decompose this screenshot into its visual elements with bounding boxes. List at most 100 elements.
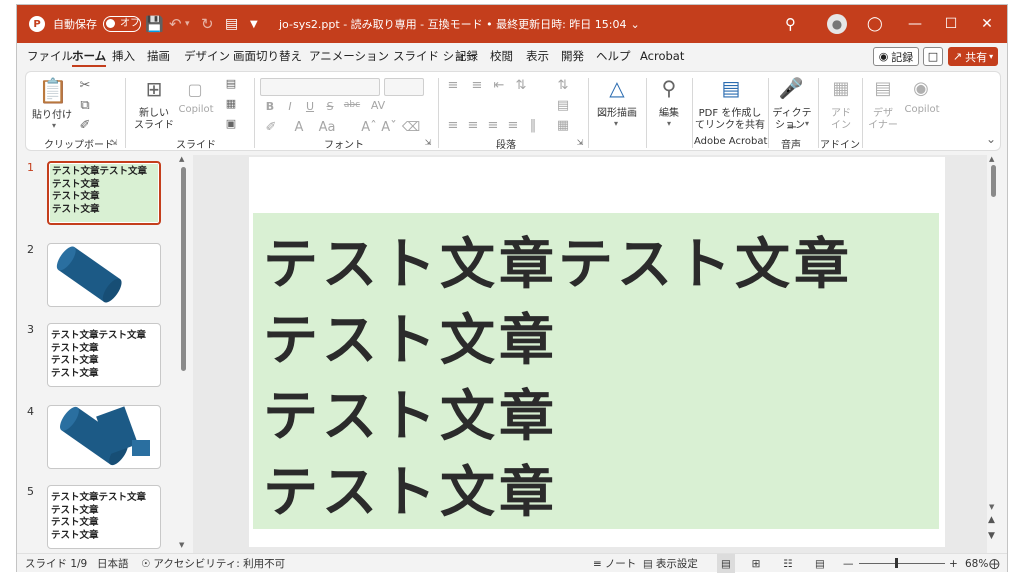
slide-thumbnail-5[interactable]: テスト文章テスト文章 テスト文章 テスト文章 テスト文章	[47, 485, 161, 549]
fit-to-window-icon[interactable]: ⨁	[989, 554, 1000, 573]
slide-canvas[interactable]: テスト文章テスト文章 テスト文章 テスト文章 テスト文章	[249, 157, 945, 547]
addins-label-2[interactable]: イン	[824, 116, 858, 131]
undo-icon[interactable]: ↶	[169, 5, 182, 43]
record-button[interactable]: ◉ 記録	[873, 47, 919, 66]
reset-icon[interactable]: ▦	[224, 96, 238, 110]
font-color-icon[interactable]: A	[292, 120, 306, 135]
notes-button[interactable]: ≡ ノート	[593, 554, 636, 573]
justify-icon[interactable]: ≡	[506, 118, 520, 133]
addins-icon[interactable]: ▦	[830, 76, 852, 100]
slide-thumbnail-4[interactable]	[47, 405, 161, 469]
tab-transitions[interactable]: 画面切り替え	[233, 43, 302, 69]
copilot-icon[interactable]: ◉	[910, 76, 932, 100]
new-slide-icon[interactable]: ⊞	[140, 76, 168, 102]
change-case-icon[interactable]: Aa	[319, 120, 336, 135]
microphone-icon[interactable]: 🎤	[779, 74, 804, 102]
scroll-down-icon[interactable]: ▼	[179, 541, 184, 549]
strikethrough-button[interactable]: S	[324, 100, 336, 113]
font-size-combobox[interactable]	[384, 78, 424, 96]
dialog-launcher-icon[interactable]: ⇲	[574, 136, 586, 148]
ribbon-collapse-icon[interactable]: ⌄	[984, 132, 998, 146]
scrollbar-thumb[interactable]	[181, 167, 186, 371]
tab-design[interactable]: デザイン	[184, 43, 230, 69]
chevron-down-icon[interactable]: ▾	[49, 120, 59, 130]
zoom-slider-thumb[interactable]	[895, 558, 898, 568]
create-pdf-label-2[interactable]: てリンクを共有	[692, 116, 768, 131]
copilot-label[interactable]: Copilot	[900, 104, 944, 115]
slideshow-icon[interactable]: ▤	[811, 554, 829, 573]
designer-label-2[interactable]: イナー	[866, 116, 900, 131]
maximize-button[interactable]: ☐	[933, 5, 969, 43]
copilot-slide-label[interactable]: Copilot	[176, 104, 216, 115]
share-button[interactable]: ↗ 共有 ▾	[948, 47, 998, 66]
drawing-button[interactable]: 図形描画	[592, 104, 642, 119]
slide-thumbnail-2[interactable]	[47, 243, 161, 307]
lightbulb-icon[interactable]: ◯	[867, 5, 883, 43]
tab-home[interactable]: ホーム	[72, 43, 107, 69]
decrease-indent-icon[interactable]: ⇤	[492, 78, 506, 93]
tab-help[interactable]: ヘルプ	[596, 43, 631, 69]
normal-view-icon[interactable]: ▤	[717, 554, 735, 573]
reading-view-icon[interactable]: ☷	[779, 554, 797, 573]
align-left-icon[interactable]: ≡	[446, 118, 460, 133]
quick-access-customize-icon[interactable]: ▼	[250, 5, 258, 43]
text-box[interactable]: テスト文章テスト文章 テスト文章 テスト文章 テスト文章	[253, 213, 939, 529]
tab-review[interactable]: 校閲	[490, 43, 513, 69]
italic-button[interactable]: I	[284, 100, 296, 113]
chevron-down-icon[interactable]: ▾	[802, 118, 812, 128]
clear-format-icon[interactable]: ⌫	[402, 120, 420, 135]
editing-button[interactable]: 編集	[650, 104, 688, 119]
scroll-down-icon[interactable]: ▼	[989, 503, 994, 511]
designer-icon[interactable]: ▤	[872, 76, 894, 100]
tab-file[interactable]: ファイル	[27, 43, 73, 69]
comments-icon[interactable]: □	[923, 47, 943, 66]
tab-record[interactable]: 記録	[455, 43, 478, 69]
shadow-button[interactable]: abc	[342, 100, 362, 110]
zoom-slider[interactable]	[859, 554, 945, 573]
magnifier-icon[interactable]: ⚲	[656, 74, 682, 102]
align-right-icon[interactable]: ≡	[486, 118, 500, 133]
paste-icon[interactable]: 📋	[38, 76, 68, 106]
chevron-down-icon[interactable]: ▾	[664, 118, 674, 128]
scroll-up-icon[interactable]: ▲	[179, 155, 184, 163]
editor-scrollbar[interactable]: ▲ ▼ ▲ ▼	[987, 155, 999, 553]
numbering-icon[interactable]: ≡	[470, 78, 484, 93]
zoom-level[interactable]: 68%	[965, 554, 988, 573]
slide-sorter-icon[interactable]: ⊞	[747, 554, 765, 573]
tab-draw[interactable]: 描画	[147, 43, 170, 69]
tab-animations[interactable]: アニメーション	[309, 43, 389, 69]
slide-thumbnail-1[interactable]: テスト文章テスト文章 テスト文章 テスト文章 テスト文章	[47, 161, 161, 225]
line-spacing-icon[interactable]: ⇅	[514, 78, 528, 93]
section-icon[interactable]: ▣	[224, 116, 238, 130]
thumbnails-scrollbar[interactable]: ▲ ▼	[177, 155, 189, 553]
scrollbar-thumb[interactable]	[991, 165, 996, 197]
bullets-icon[interactable]: ≡	[446, 78, 460, 93]
tab-view[interactable]: 表示	[526, 43, 549, 69]
accessibility-status[interactable]: ☉ アクセシビリティ: 利用不可	[141, 554, 285, 573]
font-name-combobox[interactable]	[260, 78, 380, 96]
create-pdf-icon[interactable]: ▤	[718, 74, 744, 102]
redo-icon[interactable]: ↻	[201, 5, 214, 43]
previous-slide-icon[interactable]: ▲	[988, 515, 995, 525]
new-slide-label-2[interactable]: スライド	[132, 116, 176, 131]
zoom-out-icon[interactable]: —	[843, 554, 854, 573]
scroll-up-icon[interactable]: ▲	[989, 155, 994, 163]
smartart-icon[interactable]: ▦	[556, 118, 570, 133]
autosave-toggle[interactable]: オフ	[99, 5, 141, 43]
align-text-icon[interactable]: ▤	[556, 98, 570, 113]
align-center-icon[interactable]: ≡	[466, 118, 480, 133]
char-spacing-icon[interactable]: AV	[368, 98, 388, 112]
dialog-launcher-icon[interactable]: ⇲	[108, 136, 120, 148]
next-slide-icon[interactable]: ▼	[988, 531, 995, 541]
language-indicator[interactable]: 日本語	[97, 554, 129, 573]
bold-button[interactable]: B	[264, 100, 276, 113]
zoom-in-icon[interactable]: +	[949, 554, 958, 573]
account-avatar[interactable]: ●	[827, 5, 847, 43]
cut-icon[interactable]: ✂	[78, 78, 92, 93]
shapes-icon[interactable]: △	[604, 74, 630, 102]
tab-developer[interactable]: 開発	[561, 43, 584, 69]
save-icon[interactable]: 💾	[145, 5, 164, 43]
copy-icon[interactable]: ⧉	[78, 98, 92, 113]
search-icon[interactable]: ⚲	[785, 5, 796, 43]
tab-insert[interactable]: 挿入	[112, 43, 135, 69]
